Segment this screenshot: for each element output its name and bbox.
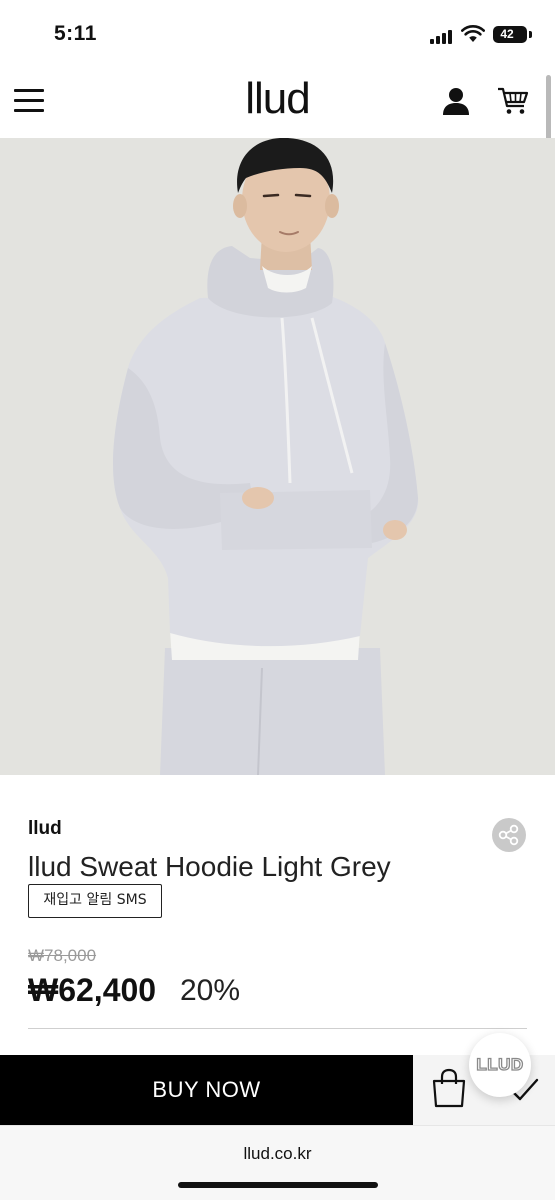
battery-level: 42 xyxy=(500,27,514,41)
model-photo xyxy=(0,138,555,775)
battery-cap xyxy=(529,31,532,38)
logo-home-link[interactable] xyxy=(230,72,326,128)
restock-sms-button[interactable]: 재입고 알림 SMS xyxy=(28,884,162,918)
home-indicator[interactable] xyxy=(178,1182,378,1188)
wifi-icon xyxy=(461,25,485,42)
menu-icon[interactable] xyxy=(14,88,44,112)
product-brand[interactable]: llud xyxy=(28,818,62,840)
battery-icon: 42 xyxy=(493,26,527,43)
cellular-signal-icon xyxy=(430,30,454,44)
divider xyxy=(28,1028,527,1029)
shopping-bag-icon[interactable] xyxy=(431,1068,467,1108)
product-name: llud Sweat Hoodie Light Grey xyxy=(28,851,391,882)
product-image[interactable] xyxy=(0,138,555,775)
url-text[interactable]: llud.co.kr xyxy=(0,1144,555,1164)
llud-badge-label: LLUD xyxy=(476,1054,524,1074)
sale-price: ₩62,400 xyxy=(28,972,157,1008)
share-icon xyxy=(498,824,519,846)
buy-now-button[interactable]: BUY NOW xyxy=(0,1055,413,1125)
status-bar: 5:11 42 xyxy=(0,0,555,68)
cart-icon[interactable] xyxy=(497,86,529,116)
discount-rate: 20% xyxy=(180,974,241,1007)
user-icon[interactable] xyxy=(441,86,471,116)
llud-floating-badge[interactable]: LLUD xyxy=(469,1033,531,1097)
status-time: 5:11 xyxy=(54,22,97,45)
share-button[interactable] xyxy=(492,818,526,852)
original-price: ₩78,000 xyxy=(28,946,97,965)
site-header: llud xyxy=(0,68,555,138)
